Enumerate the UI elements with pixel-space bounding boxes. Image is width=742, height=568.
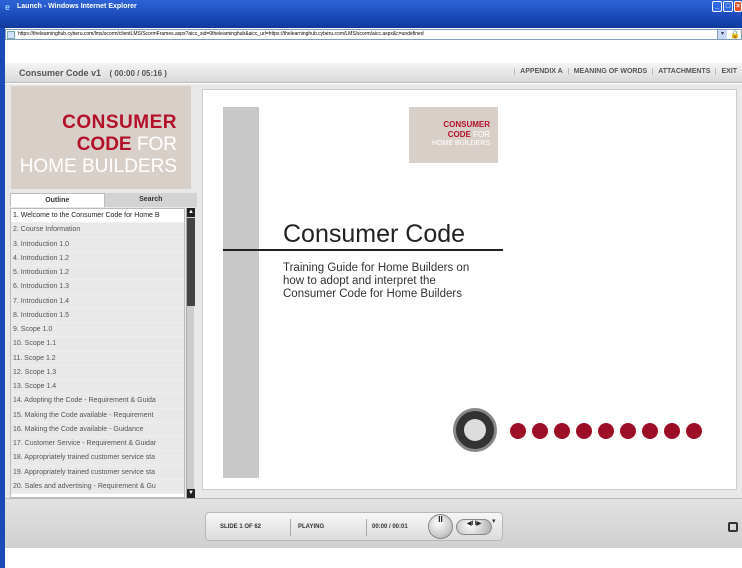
minimize-button[interactable]: _ [712,1,722,12]
nav-appendix-a[interactable]: APPENDIX A [514,68,568,75]
outline-item[interactable]: 11. Scope 1.2 [11,351,184,366]
divider [366,519,367,536]
logo: CONSUMER CODE FOR HOME BUILDERS [11,86,191,189]
playback-status: PLAYING [298,524,325,530]
clear-english-standard-badge-icon [453,408,497,452]
maximize-button[interactable]: □ [723,1,733,12]
slide-title: Consumer Code [283,220,466,248]
decorative-dots [510,423,702,439]
url-text[interactable]: https://thelearninghub.cyberu.com/lms/sc… [18,31,424,37]
slide-counter: SLIDE 1 OF 62 [220,524,262,530]
outline-item[interactable]: 10. Scope 1.1 [11,337,184,352]
slide: CONSUMER CODE FOR HOME BUILDERS Consumer… [202,89,737,490]
outline-item[interactable]: 18. Appropriately trained customer servi… [11,451,184,466]
decorative-dot [620,423,636,439]
scroll-thumb[interactable] [187,218,195,306]
slide-decorative-bar [223,107,259,478]
status-area [5,548,742,568]
scroll-up-icon[interactable]: ▲ [187,208,195,217]
outline-item[interactable]: 9. Scope 1.0 [11,323,184,338]
course-title: Consumer Code v1 ( 00:00 / 05:16 ) [19,68,167,78]
page-icon [7,31,15,39]
outline-item[interactable]: 7. Introduction 1.4 [11,294,184,309]
decorative-dot [576,423,592,439]
outline-item[interactable]: 12. Scope 1.3 [11,365,184,380]
pause-button[interactable]: II [428,514,453,539]
window-titlebar[interactable]: e Launch - Windows Internet Explorer _ □… [0,0,742,28]
slide-area: CONSUMER CODE FOR HOME BUILDERS Consumer… [197,84,742,498]
outline-list: 1. Welcome to the Consumer Code for Home… [10,208,185,498]
prev-next-buttons[interactable]: ◀I I▶ [456,519,492,535]
outline-item[interactable]: 20. Sales and advertising - Requirement … [11,479,184,494]
nav-meaning-of-words[interactable]: MEANING OF WORDS [567,68,653,75]
header-nav: APPENDIX A MEANING OF WORDS ATTACHMENTS … [514,68,742,75]
decorative-dot [510,423,526,439]
sidebar-tabs: Outline Search [10,193,197,207]
fullscreen-icon[interactable] [728,522,738,532]
close-button[interactable]: × [734,1,742,12]
outline-item[interactable]: 16. Making the Code available - Guidance [11,422,184,437]
outline-item[interactable]: 1. Welcome to the Consumer Code for Home… [11,209,184,224]
decorative-dot [554,423,570,439]
progress-marker-icon[interactable]: ▾ [492,517,496,525]
outline-item[interactable]: 4. Introduction 1.2 [11,251,184,266]
address-bar[interactable]: https://thelearninghub.cyberu.com/lms/sc… [5,29,742,40]
outline-item[interactable]: 5. Introduction 1.2 [11,266,184,281]
player-control-bar: ▾ SLIDE 1 OF 62 PLAYING 00:00 / 00:01 II… [5,498,742,548]
outline-item[interactable]: 3. Introduction 1.0 [11,237,184,252]
outline-item[interactable]: 2. Course Information [11,223,184,238]
logo-line-2: CODE FOR [76,134,177,155]
slide-divider [223,249,503,251]
outline-item[interactable]: 8. Introduction 1.5 [11,308,184,323]
slide-logo: CONSUMER CODE FOR HOME BUILDERS [409,107,498,163]
outline-item[interactable]: 19. Appropriately trained customer servi… [11,465,184,480]
logo-line-1: CONSUMER [62,112,177,133]
tab-search[interactable]: Search [104,193,197,207]
outline-item[interactable]: 15. Making the Code available - Requirem… [11,408,184,423]
logo-line-3: HOME BUILDERS [19,156,177,177]
scroll-down-icon[interactable]: ▼ [187,489,195,498]
tab-outline[interactable]: Outline [10,193,105,207]
decorative-dot [664,423,680,439]
nav-attachments[interactable]: ATTACHMENTS [652,68,715,75]
decorative-dot [642,423,658,439]
timecode: 00:00 / 00:01 [372,524,408,530]
lock-icon[interactable]: 🔒 [730,30,740,39]
window-title: Launch - Windows Internet Explorer [17,3,137,10]
slide-subtitle: Training Guide for Home Builders on how … [283,262,470,300]
outline-item[interactable]: 13. Scope 1.4 [11,380,184,395]
outline-item[interactable]: 6. Introduction 1.3 [11,280,184,295]
decorative-dot [598,423,614,439]
ie-icon: e [5,2,11,12]
address-dropdown-icon[interactable]: ▾ [717,30,727,39]
divider [290,519,291,536]
outline-item[interactable]: 14. Adopting the Code - Requirement & Gu… [11,394,184,409]
outline-scrollbar[interactable]: ▲ ▼ [186,208,195,498]
outline-item[interactable]: 17. Customer Service - Requirement & Gui… [11,437,184,452]
decorative-dot [532,423,548,439]
playback-controls: ▾ SLIDE 1 OF 62 PLAYING 00:00 / 00:01 II… [205,512,503,541]
course-title-text: Consumer Code v1 [19,68,102,78]
player-header: Consumer Code v1 ( 00:00 / 05:16 ) APPEN… [5,63,742,83]
decorative-dot [686,423,702,439]
nav-exit[interactable]: EXIT [715,68,742,75]
course-time: ( 00:00 / 05:16 ) [109,69,167,78]
left-panel: CONSUMER CODE FOR HOME BUILDERS Outline … [5,84,197,498]
